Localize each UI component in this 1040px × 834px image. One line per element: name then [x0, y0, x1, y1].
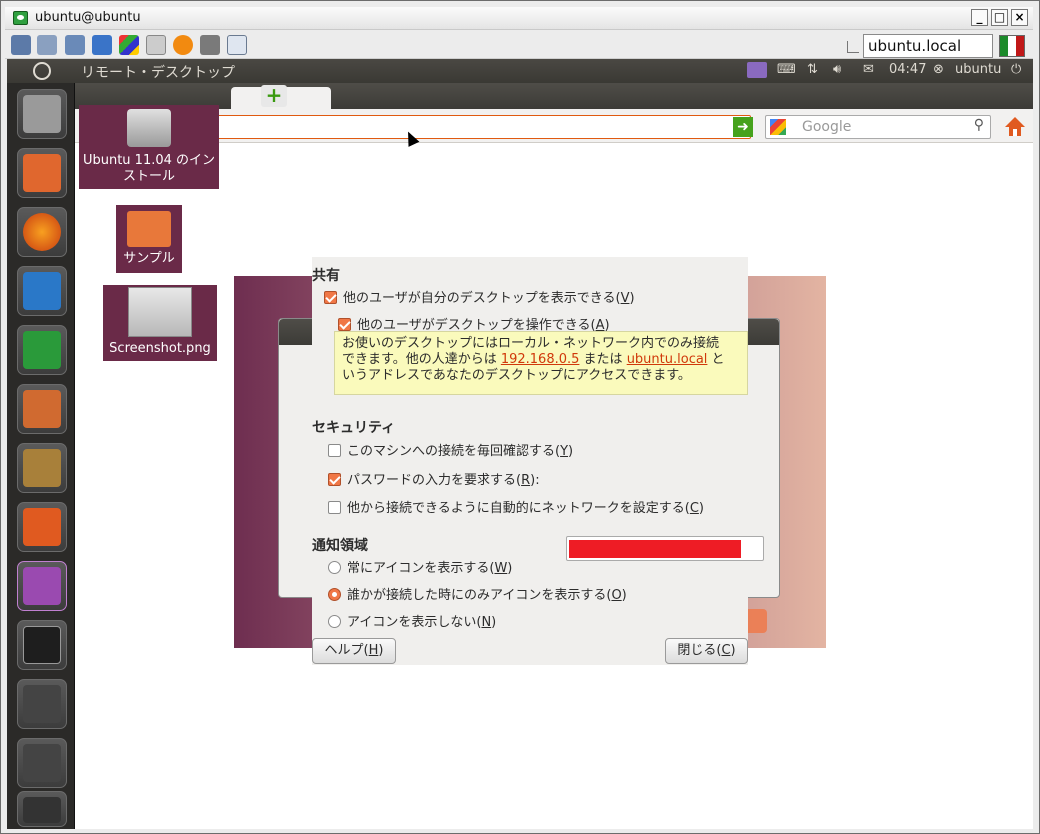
refresh-icon[interactable]	[92, 35, 112, 55]
password-field[interactable]	[566, 536, 764, 561]
clock[interactable]: 04:47	[889, 62, 926, 77]
desktop-screenshot-icon[interactable]: Screenshot.png	[103, 285, 217, 361]
hostname-link[interactable]: ubuntu.local	[627, 352, 708, 367]
ip-address-link[interactable]: 192.168.0.5	[501, 352, 580, 367]
desktop-install-icon[interactable]: Ubuntu 11.04 のインストール	[79, 105, 219, 189]
desktop-sharing-preferences-dialog: 共有 他のユーザが自分のデスクトップを表示できる(V) 他のユーザがデスクトップ…	[312, 257, 764, 665]
search-placeholder: Google	[802, 119, 852, 135]
launcher-calc-icon[interactable]	[17, 325, 67, 375]
power-icon[interactable]: ⏻	[1011, 62, 1021, 77]
never-icon-option[interactable]: アイコンを表示しない(N)	[328, 611, 496, 630]
launcher-search-files-icon[interactable]	[17, 738, 67, 788]
redacted-password	[569, 540, 741, 558]
auto-network-checkbox[interactable]	[328, 501, 341, 514]
auto-network-option[interactable]: 他から接続できるように自動的にネットワークを設定する(C)	[328, 497, 704, 516]
ubuntu-logo-icon[interactable]	[33, 62, 51, 80]
close-dialog-button[interactable]: 閉じる(C)	[665, 638, 748, 664]
desktop-folder-icon[interactable]: サンプル	[116, 205, 182, 273]
minimize-button[interactable]: _	[971, 9, 988, 26]
confirm-each-checkbox[interactable]	[328, 444, 341, 457]
launcher-install-icon[interactable]	[17, 89, 67, 139]
launcher-workspaces-icon[interactable]	[17, 620, 67, 670]
maximize-button[interactable]: □	[991, 9, 1008, 26]
window-title: ubuntu@ubuntu	[35, 10, 141, 25]
host-input[interactable]: ubuntu.local	[863, 34, 993, 58]
only-connected-option[interactable]: 誰かが接続した時にのみアイコンを表示する(O)	[328, 584, 627, 603]
fullscreen-icon[interactable]	[227, 35, 247, 55]
close-button[interactable]: ×	[1011, 9, 1028, 26]
disconnect-icon[interactable]	[200, 35, 220, 55]
keyboard-tray-icon[interactable]: ⌨	[777, 62, 796, 77]
url-input[interactable]	[215, 115, 751, 139]
options-icon[interactable]	[37, 35, 57, 55]
network-tray-icon[interactable]: ⇅	[807, 62, 818, 77]
confirm-each-option[interactable]: このマシンへの接続を毎回確認する(Y)	[328, 440, 573, 459]
launcher-impress-icon[interactable]	[17, 384, 67, 434]
vnc-window: ubuntu@ubuntu _ □ × ubuntu.local リモート・デス…	[0, 0, 1040, 834]
require-password-checkbox[interactable]	[328, 473, 341, 486]
sharing-header: 共有	[312, 268, 340, 284]
launcher-desktop-sharing-icon[interactable]	[17, 561, 67, 611]
folder-icon	[127, 211, 171, 247]
notification-area-header: 通知領域	[312, 538, 368, 554]
user-status-icon[interactable]: ⊗	[933, 62, 944, 77]
remote-desktop-tray-icon[interactable]	[747, 62, 767, 78]
windows-key-icon[interactable]	[119, 35, 139, 55]
installer-icon	[127, 109, 171, 147]
desktop-install-label: Ubuntu 11.04 のインストール	[82, 153, 216, 184]
top-panel: リモート・デスクトップ ⌨ ⇅ 🔊︎ ✉ 04:47 ⊗ ubuntu ⏻	[7, 59, 1033, 83]
search-input[interactable]: Google ⚲	[765, 115, 991, 139]
launcher-trash-icon[interactable]	[17, 791, 67, 827]
always-icon-option[interactable]: 常にアイコンを表示する(W)	[328, 557, 512, 576]
google-icon	[770, 119, 786, 135]
always-icon-radio[interactable]	[328, 561, 341, 574]
keyboard-icon[interactable]	[146, 35, 166, 55]
help-button[interactable]: ヘルプ(H)	[312, 638, 396, 664]
launcher-writer-icon[interactable]	[17, 266, 67, 316]
network-info-note: お使いのデスクトップにはローカル・ネットワーク内でのみ接続 できます。他の人達か…	[334, 331, 748, 395]
host-checkbox[interactable]	[847, 41, 859, 53]
vnc-app-icon	[13, 11, 28, 25]
mail-tray-icon[interactable]: ✉	[863, 62, 874, 77]
search-icon[interactable]: ⚲	[974, 117, 984, 133]
alert-icon[interactable]	[173, 35, 193, 55]
desktop-folder-label: サンプル	[123, 251, 175, 266]
launcher-search-apps-icon[interactable]	[17, 679, 67, 729]
allow-view-option[interactable]: 他のユーザが自分のデスクトップを表示できる(V)	[324, 287, 635, 306]
launcher-software-center-icon[interactable]	[17, 443, 67, 493]
panel-window-title: リモート・デスクトップ	[81, 65, 235, 81]
new-tab-button[interactable]: +	[261, 85, 287, 107]
launcher-firefox-icon[interactable]	[17, 207, 67, 257]
connection-status-icon[interactable]	[999, 35, 1025, 57]
scissors-icon[interactable]	[65, 35, 85, 55]
unity-launcher	[7, 83, 75, 829]
desktop-screenshot-label: Screenshot.png	[109, 341, 211, 356]
image-thumbnail-icon	[128, 287, 192, 337]
window-titlebar[interactable]: ubuntu@ubuntu _ □ ×	[5, 7, 1033, 30]
workspace: + ➜ Google ⚲ Ubuntu 11.04 のインストール サンプル S…	[75, 83, 1033, 829]
user-name[interactable]: ubuntu	[955, 62, 1001, 77]
go-button[interactable]: ➜	[733, 117, 753, 137]
volume-tray-icon[interactable]: 🔊︎	[833, 62, 841, 77]
allow-control-checkbox[interactable]	[338, 318, 351, 331]
home-icon[interactable]	[1003, 115, 1027, 137]
never-icon-radio[interactable]	[328, 615, 341, 628]
only-connected-radio[interactable]	[328, 588, 341, 601]
require-password-option[interactable]: パスワードの入力を要求する(R):	[328, 469, 540, 488]
launcher-home-folder-icon[interactable]	[17, 148, 67, 198]
security-header: セキュリティ	[312, 420, 396, 436]
launcher-ubuntu-one-icon[interactable]	[17, 502, 67, 552]
allow-view-checkbox[interactable]	[324, 291, 337, 304]
info-icon[interactable]	[11, 35, 31, 55]
